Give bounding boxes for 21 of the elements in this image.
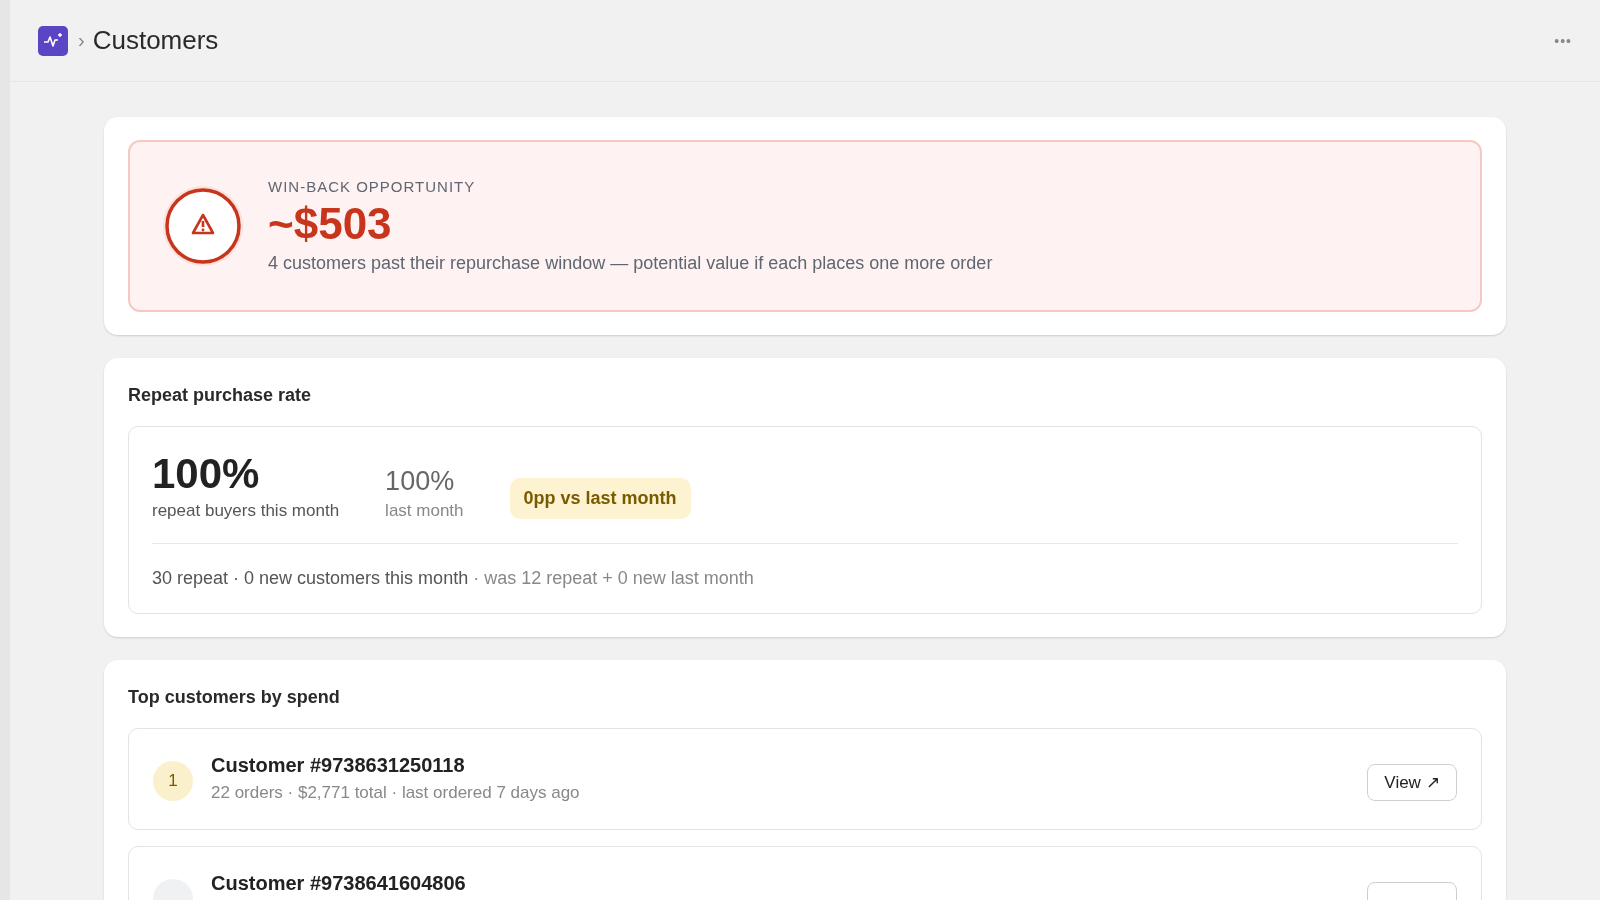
winback-label: WIN-BACK OPPORTUNITY [268, 178, 477, 195]
current-rate: 100% [152, 451, 261, 498]
rank-badge: 1 [153, 761, 193, 802]
change-badge: 0pp vs last month [509, 478, 691, 520]
section-title: Top customers by spend [128, 687, 341, 709]
warning-icon [162, 185, 244, 268]
previous-rate-label: last month [385, 501, 464, 522]
repeat-summary: 30 repeat · 0 new customers this month [152, 568, 469, 590]
page-title: Customers [92, 25, 219, 56]
previous-rate: 100% [385, 466, 456, 498]
repeat-comparison: · was 12 repeat + 0 new last month [473, 568, 754, 590]
winback-description: 4 customers past their repurchase window — potential value if each places one more order [268, 253, 993, 275]
view-button[interactable]: View ↗ [1367, 764, 1457, 802]
section-title: Repeat purchase rate [128, 385, 313, 407]
customer-name: Customer #9738641604806 [211, 872, 466, 896]
customer-name: Customer #9738631250118 [211, 754, 466, 778]
customer-details: 22 orders · $2,771 total · last ordered 7 days ago [211, 783, 580, 804]
breadcrumb-separator: › [78, 29, 85, 52]
winback-amount: ~$503 [268, 201, 393, 248]
current-rate-label: repeat buyers this month [152, 501, 340, 522]
app-logo-icon [38, 25, 68, 56]
